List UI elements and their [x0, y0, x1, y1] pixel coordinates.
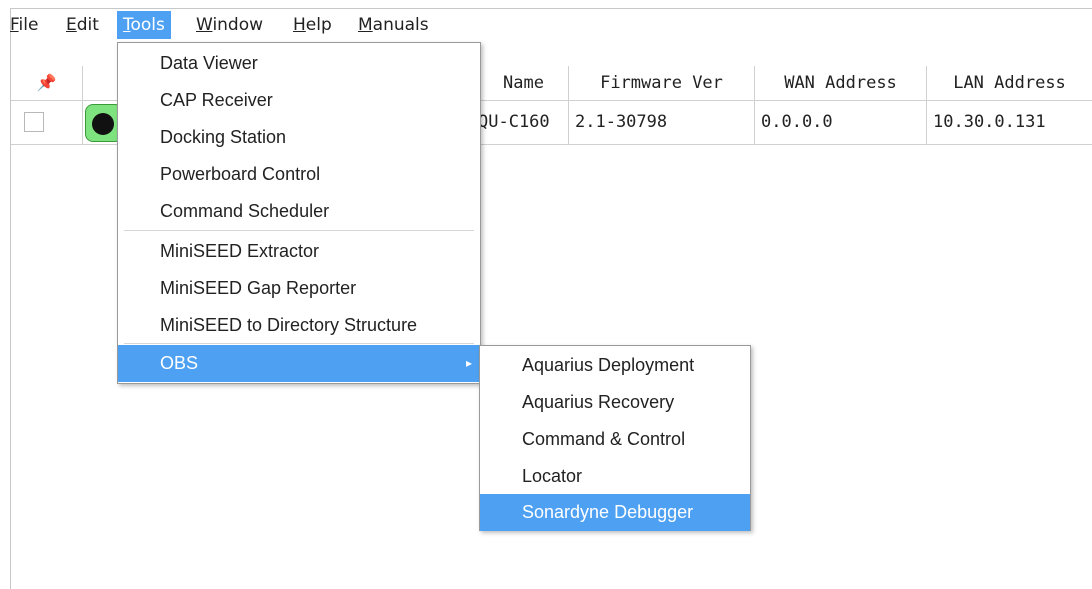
- submenu-arrow-icon: ▸: [465, 356, 472, 370]
- menu-item-miniseed-gap-reporter[interactable]: MiniSEED Gap Reporter: [118, 270, 480, 307]
- cell-name: QU-C160: [474, 100, 569, 144]
- cell-wan: 0.0.0.0: [755, 100, 927, 144]
- menu-item-command-control[interactable]: Command & Control: [480, 421, 750, 458]
- row-checkbox[interactable]: [24, 112, 44, 132]
- menu-separator: [124, 343, 474, 344]
- column-header-firmware[interactable]: Firmware Ver: [569, 66, 755, 100]
- menu-tools[interactable]: Tools: [117, 11, 171, 39]
- menu-item-cap-receiver[interactable]: CAP Receiver: [118, 82, 480, 119]
- menu-item-obs[interactable]: OBS ▸: [118, 345, 480, 382]
- menu-item-locator[interactable]: Locator: [480, 458, 750, 495]
- menu-item-command-scheduler[interactable]: Command Scheduler: [118, 193, 480, 230]
- menu-help[interactable]: Help: [287, 11, 338, 39]
- column-header-lan[interactable]: LAN Address: [927, 66, 1092, 100]
- pin-icon[interactable]: 📌: [11, 66, 83, 100]
- checkbox-cell: [11, 100, 83, 144]
- column-header-name[interactable]: Name: [479, 66, 569, 100]
- menu-item-miniseed-extractor[interactable]: MiniSEED Extractor: [118, 233, 480, 270]
- menu-edit[interactable]: Edit: [60, 11, 105, 39]
- menu-window[interactable]: Window: [190, 11, 269, 39]
- menu-item-data-viewer[interactable]: Data Viewer: [118, 45, 480, 82]
- menu-item-obs-label: OBS: [160, 353, 199, 373]
- column-header-wan[interactable]: WAN Address: [755, 66, 927, 100]
- menu-item-aquarius-deployment[interactable]: Aquarius Deployment: [480, 347, 750, 384]
- menu-file[interactable]: File: [4, 11, 44, 39]
- menu-item-powerboard-control[interactable]: Powerboard Control: [118, 156, 480, 193]
- tools-dropdown-menu: Data Viewer CAP Receiver Docking Station…: [117, 42, 481, 384]
- cell-lan: 10.30.0.131: [933, 112, 1046, 132]
- menu-bar: File Edit Tools Window Help Manuals: [0, 8, 1092, 42]
- cell-firmware: 2.1-30798: [569, 100, 755, 144]
- menu-item-miniseed-to-directory[interactable]: MiniSEED to Directory Structure: [118, 307, 480, 344]
- menu-item-aquarius-recovery[interactable]: Aquarius Recovery: [480, 384, 750, 421]
- menu-separator: [124, 230, 474, 231]
- obs-submenu: Aquarius Deployment Aquarius Recovery Co…: [479, 345, 751, 531]
- menu-manuals[interactable]: Manuals: [352, 11, 435, 39]
- menu-item-sonardyne-debugger[interactable]: Sonardyne Debugger: [480, 494, 750, 531]
- menu-item-docking-station[interactable]: Docking Station: [118, 119, 480, 156]
